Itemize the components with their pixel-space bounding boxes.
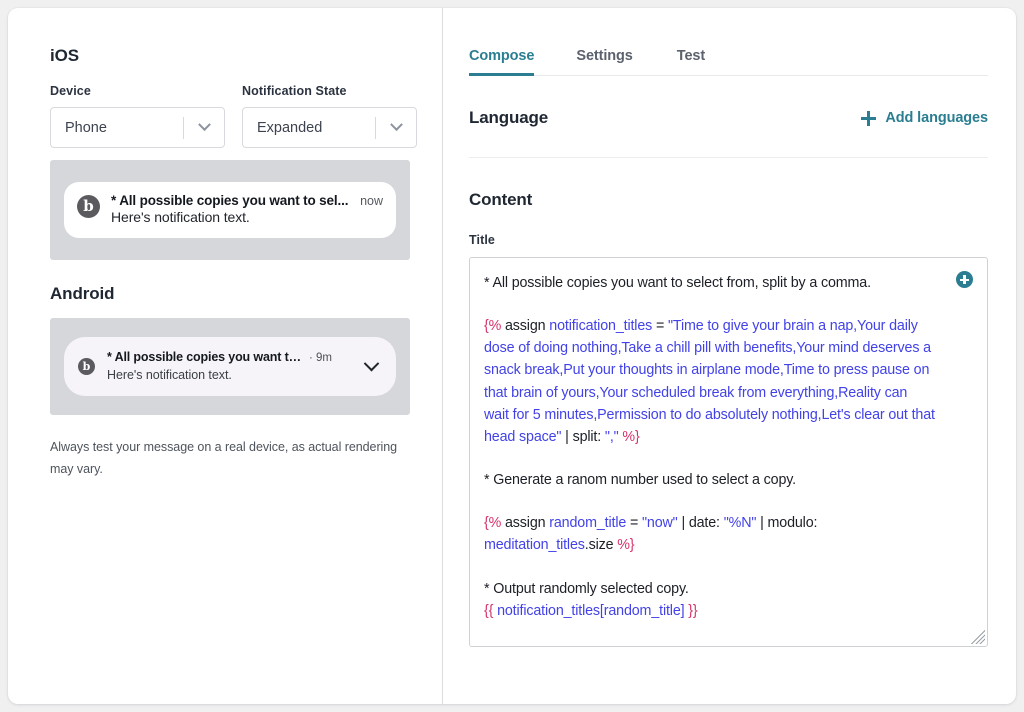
- android-notification-title: * All possible copies you want to ...: [107, 350, 304, 364]
- editor-line-comment-1: * All possible copies you want to select…: [484, 272, 935, 294]
- liquid-date-argument: "%N": [724, 515, 757, 531]
- tab-settings[interactable]: Settings: [554, 48, 654, 75]
- add-languages-label: Add languages: [885, 110, 988, 126]
- app-card: iOS Device Phone Notification State Expa…: [8, 8, 1016, 704]
- section-divider: [469, 157, 988, 158]
- language-section-header: Language Add languages: [469, 108, 988, 128]
- ios-notification-preview: b * All possible copies you want to sel.…: [50, 160, 410, 260]
- liquid-output-close-delimiter: }}: [688, 603, 697, 619]
- liquid-equals: =: [652, 318, 668, 334]
- liquid-close-delimiter: %}: [617, 537, 634, 553]
- ios-notification-body: * All possible copies you want to sel...…: [111, 193, 383, 225]
- liquid-filter-split: | split:: [561, 429, 605, 445]
- liquid-variable-random-title: random_title: [549, 515, 626, 531]
- liquid-filter-date: | date:: [678, 515, 724, 531]
- device-field-group: Device Phone: [50, 84, 225, 148]
- editor-line-comment-2: * Generate a ranom number used to select…: [484, 469, 935, 491]
- preview-helper-note: Always test your message on a real devic…: [50, 437, 418, 481]
- android-notification-body: * All possible copies you want to ... · …: [107, 350, 348, 382]
- preview-pane: iOS Device Phone Notification State Expa…: [8, 8, 443, 704]
- editor-liquid-output: {{ notification_titles[random_title] }}: [484, 600, 935, 622]
- liquid-filter-modulo: | modulo:: [756, 515, 817, 531]
- ios-notification-card: b * All possible copies you want to sel.…: [64, 182, 396, 238]
- language-section-title: Language: [469, 108, 548, 128]
- device-select[interactable]: Phone: [50, 107, 225, 148]
- chevron-down-icon[interactable]: [360, 361, 382, 372]
- liquid-keyword-assign: assign: [501, 318, 549, 334]
- tab-compose[interactable]: Compose: [469, 48, 554, 75]
- notification-state-select-value: Expanded: [243, 120, 375, 136]
- editor-blank-line: [484, 448, 935, 469]
- content-section-title: Content: [469, 190, 988, 210]
- liquid-open-delimiter: {%: [484, 515, 501, 531]
- editor-blank-line: [484, 294, 935, 315]
- android-notification-header: * All possible copies you want to ... · …: [107, 350, 348, 364]
- liquid-output-expression: notification_titles[random_title]: [493, 603, 688, 619]
- device-select-value: Phone: [51, 120, 183, 136]
- liquid-keyword-assign: assign: [501, 515, 549, 531]
- editor-blank-line: [484, 491, 935, 512]
- android-notification-preview: b * All possible copies you want to ... …: [50, 318, 410, 415]
- notification-state-select[interactable]: Expanded: [242, 107, 417, 148]
- android-notification-card: b * All possible copies you want to ... …: [64, 337, 396, 396]
- liquid-string-now: "now": [642, 515, 678, 531]
- ios-notification-header: * All possible copies you want to sel...…: [111, 193, 383, 208]
- editor-liquid-assign-1: {% assign notification_titles = "Time to…: [484, 315, 935, 448]
- ios-preview-controls: Device Phone Notification State Expanded: [50, 84, 442, 148]
- ios-notification-title: * All possible copies you want to sel...: [111, 193, 352, 208]
- android-heading: Android: [50, 284, 442, 304]
- android-notification-text: Here's notification text.: [107, 368, 348, 382]
- liquid-split-argument: ",": [605, 429, 623, 445]
- ios-notification-text: Here's notification text.: [111, 209, 383, 225]
- title-field-label: Title: [469, 233, 988, 247]
- chevron-down-icon: [184, 123, 224, 132]
- liquid-variable-notification-titles: notification_titles: [549, 318, 652, 334]
- add-content-block-icon[interactable]: [956, 271, 973, 288]
- plus-icon: [861, 111, 876, 126]
- chevron-down-icon: [376, 123, 416, 132]
- ios-heading: iOS: [50, 46, 442, 66]
- compose-pane: Compose Settings Test Language Add langu…: [443, 8, 1016, 704]
- liquid-string-titles: "Time to give your brain a nap,Your dail…: [484, 318, 935, 445]
- tab-bar: Compose Settings Test: [469, 48, 988, 76]
- editor-line-comment-3: * Output randomly selected copy.: [484, 578, 935, 600]
- notification-state-label: Notification State: [242, 84, 417, 98]
- notification-state-field-group: Notification State Expanded: [242, 84, 417, 148]
- app-logo-icon: b: [78, 358, 95, 375]
- editor-liquid-assign-2: {% assign random_title = "now" | date: "…: [484, 512, 935, 556]
- android-notification-time: · 9m: [309, 352, 332, 364]
- textarea-resize-handle[interactable]: [971, 630, 985, 644]
- liquid-equals: =: [626, 515, 642, 531]
- title-editor-textarea[interactable]: * All possible copies you want to select…: [469, 257, 988, 647]
- app-logo-icon: b: [77, 195, 100, 218]
- ios-notification-time: now: [360, 194, 383, 208]
- liquid-output-open-delimiter: {{: [484, 603, 493, 619]
- editor-blank-line: [484, 557, 935, 578]
- liquid-open-delimiter: {%: [484, 318, 501, 334]
- add-languages-button[interactable]: Add languages: [861, 110, 988, 126]
- liquid-size-property: .size: [585, 537, 617, 553]
- device-label: Device: [50, 84, 225, 98]
- tab-test[interactable]: Test: [655, 48, 727, 75]
- liquid-close-delimiter: %}: [622, 429, 639, 445]
- liquid-variable-meditation-titles: meditation_titles: [484, 537, 585, 553]
